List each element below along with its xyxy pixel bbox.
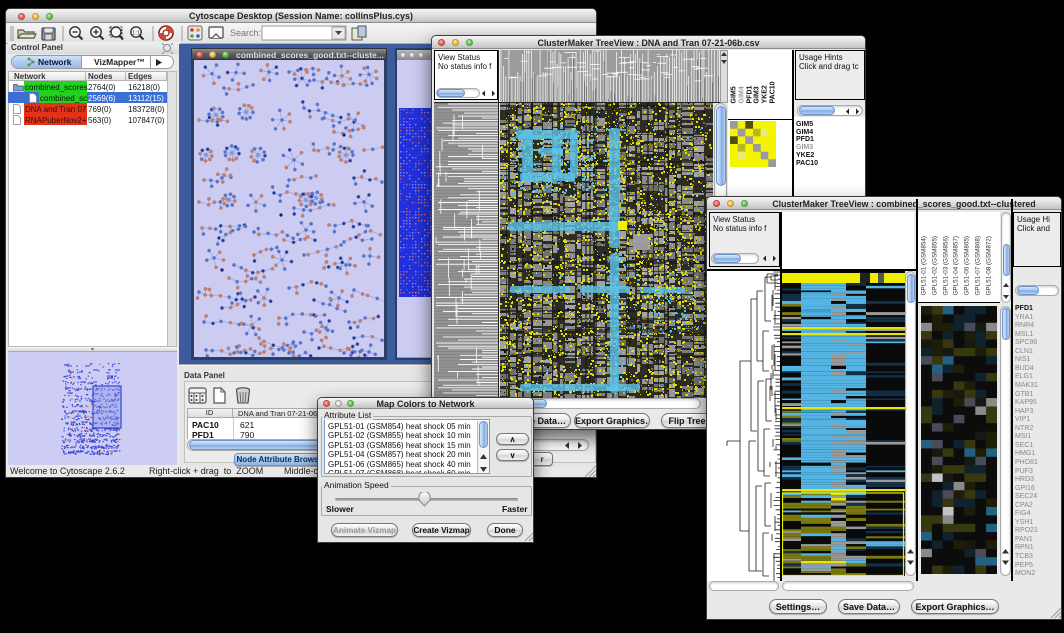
svg-text:Search:: Search: [230,28,261,38]
svg-text:1:1: 1:1 [132,30,140,36]
